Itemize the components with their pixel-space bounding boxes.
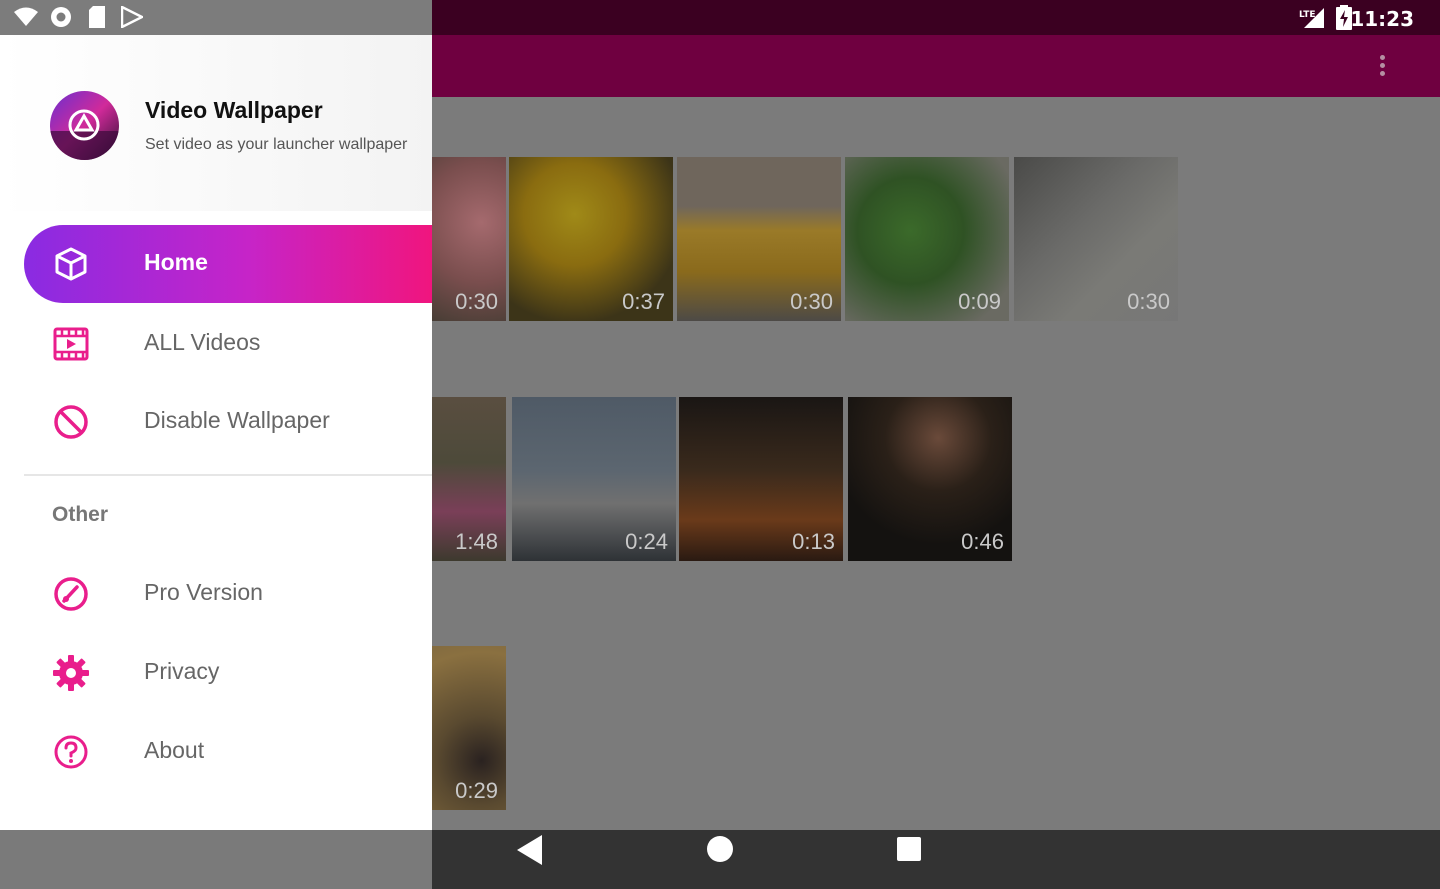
video-thumbnail[interactable]: 0:09 [845, 157, 1009, 321]
drawer-item-label: Home [144, 249, 208, 275]
status-bar-left [0, 0, 432, 35]
video-duration: 0:37 [622, 289, 665, 314]
drawer-item-pro-version[interactable]: Pro Version [24, 555, 432, 633]
video-thumbnail[interactable]: 0:30 [1014, 157, 1178, 321]
nav-bar-left [0, 830, 432, 889]
app-title: Video Wallpaper [145, 97, 323, 123]
navigation-drawer: Video Wallpaper Set video as your launch… [0, 35, 432, 830]
app-subtitle: Set video as your launcher wallpaper [145, 136, 408, 153]
home-button[interactable] [690, 830, 750, 889]
video-duration: 0:24 [625, 529, 668, 554]
recents-icon [897, 837, 921, 861]
drawer-item-label: Privacy [144, 658, 220, 684]
play-store-icon [121, 6, 143, 28]
section-header-other: Other [52, 503, 109, 526]
drawer-item-home[interactable]: Home [24, 225, 432, 303]
drawer-divider [24, 474, 432, 476]
wifi-icon [14, 7, 38, 26]
back-button[interactable] [500, 830, 560, 889]
lte-signal-icon: LTE [1299, 8, 1324, 28]
gear-icon [53, 655, 89, 691]
cube-icon [55, 247, 87, 281]
more-vert-icon[interactable] [1378, 53, 1386, 79]
drawer-item-about[interactable]: About [24, 713, 432, 791]
drawer-item-label: Disable Wallpaper [144, 407, 330, 433]
home-icon [707, 836, 733, 862]
app-bar [432, 35, 1440, 97]
video-duration: 0:29 [455, 778, 498, 803]
video-duration: 0:30 [790, 289, 833, 314]
back-icon [517, 835, 542, 865]
svg-text:LTE: LTE [1299, 10, 1316, 20]
video-duration: 0:30 [1127, 289, 1170, 314]
app-logo [50, 91, 119, 160]
video-duration: 0:09 [958, 289, 1001, 314]
video-duration: 1:48 [455, 529, 498, 554]
drawer-item-label: ALL Videos [144, 329, 261, 355]
video-thumbnail[interactable]: 0:13 [679, 397, 843, 561]
film-icon [53, 327, 89, 361]
status-bar: LTE 11:23 [0, 0, 1440, 35]
sync-icon [51, 7, 71, 27]
video-duration: 0:30 [455, 289, 498, 314]
recents-button[interactable] [879, 830, 939, 889]
video-thumbnail[interactable]: 0:37 [509, 157, 673, 321]
block-icon [54, 405, 88, 439]
video-duration: 0:46 [961, 529, 1004, 554]
video-grid: 0:30 0:37 0:30 0:09 0:30 1:48 0:24 0:13 … [342, 97, 1440, 830]
help-icon [54, 735, 88, 769]
video-thumbnail[interactable]: 0:30 [677, 157, 841, 321]
video-duration: 0:13 [792, 529, 835, 554]
video-thumbnail[interactable]: 0:24 [512, 397, 676, 561]
drawer-item-disable-wallpaper[interactable]: Disable Wallpaper [24, 383, 432, 461]
clock: 11:23 [1350, 7, 1414, 31]
drawer-header: Video Wallpaper Set video as your launch… [0, 35, 432, 211]
drawer-item-label: Pro Version [144, 579, 263, 605]
drawer-item-all-videos[interactable]: ALL Videos [24, 305, 432, 383]
drawer-item-privacy[interactable]: Privacy [24, 634, 432, 712]
video-thumbnail[interactable]: 0:46 [848, 397, 1012, 561]
drawer-item-label: About [144, 737, 205, 763]
gauge-icon [54, 577, 88, 611]
sd-card-icon [89, 6, 105, 28]
system-nav-bar [0, 830, 1440, 889]
